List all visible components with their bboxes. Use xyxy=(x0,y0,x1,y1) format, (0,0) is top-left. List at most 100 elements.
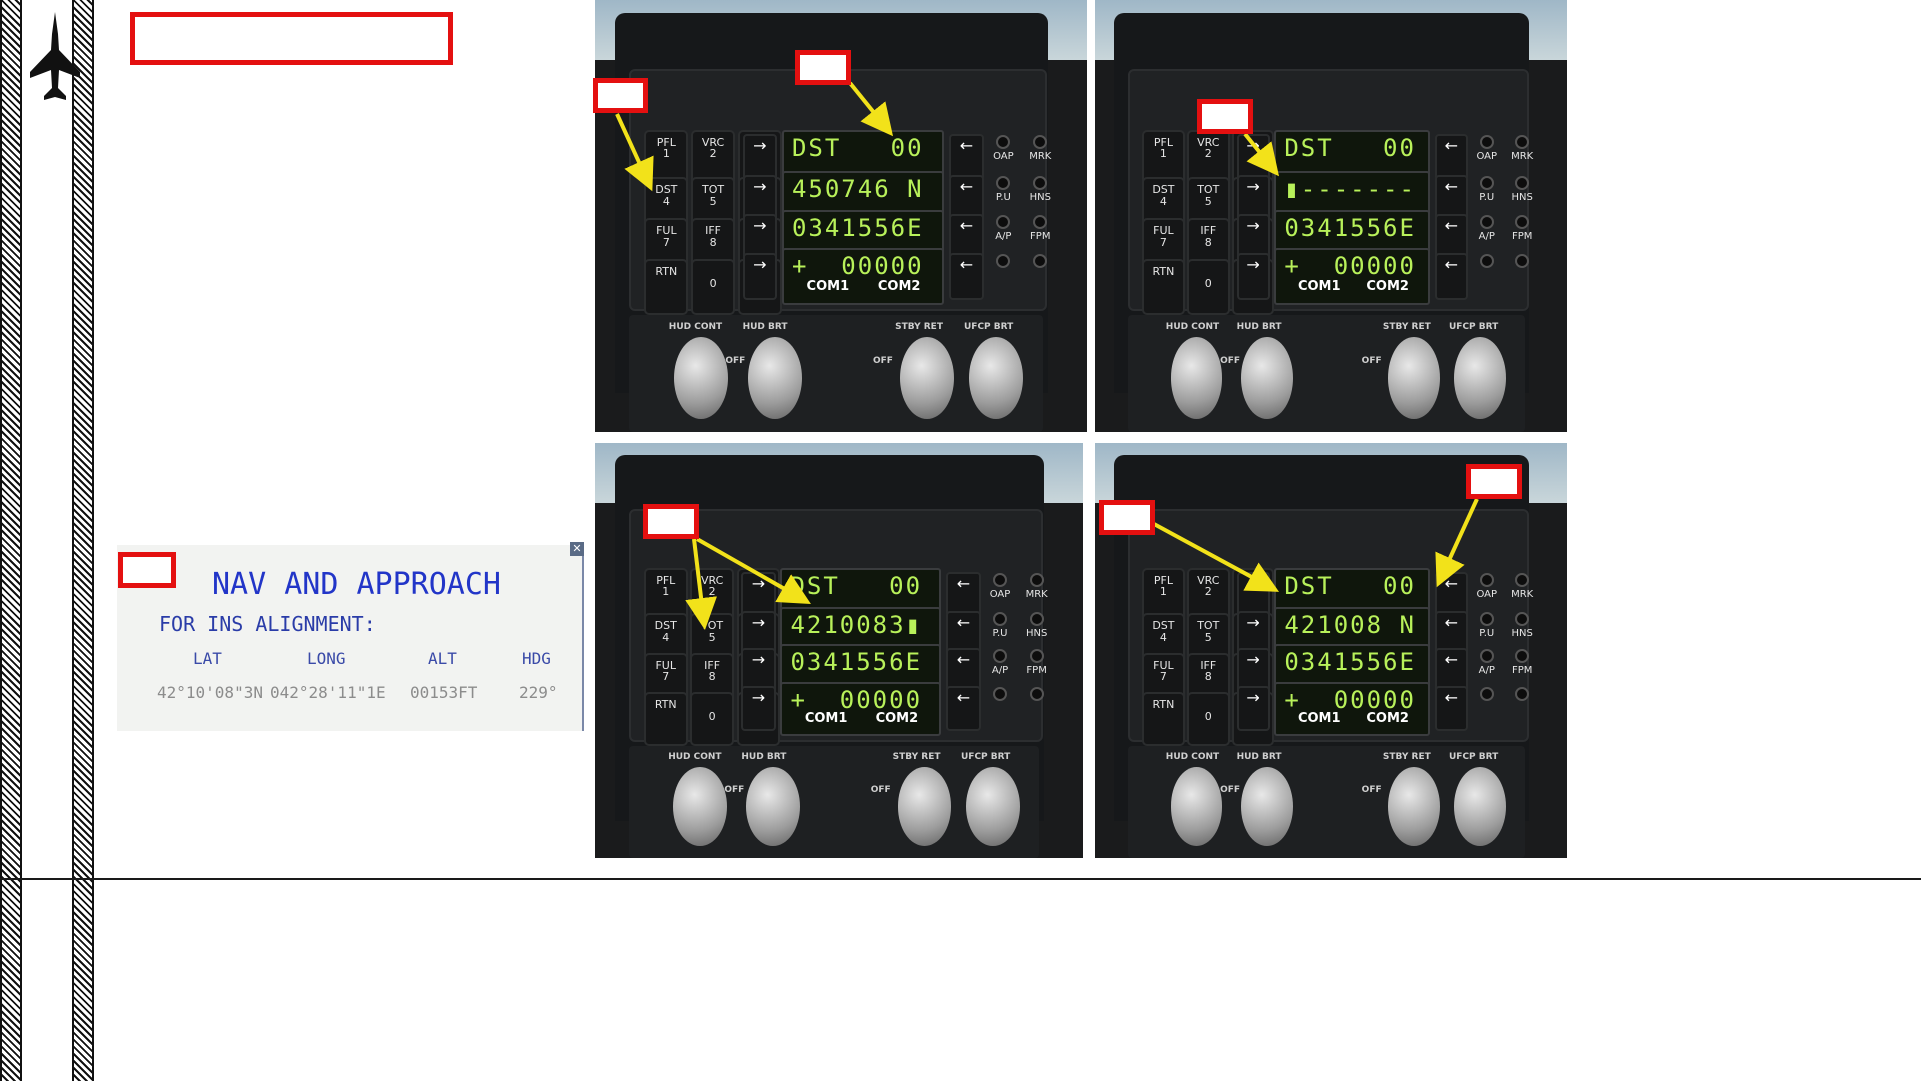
knob-label: HUD BRT xyxy=(741,752,787,763)
keypad-number: 8 xyxy=(1204,670,1212,684)
enter-arrow-button[interactable]: → xyxy=(1236,252,1270,301)
function-key[interactable] xyxy=(1473,251,1501,299)
left-hatch-rail xyxy=(0,0,22,1081)
rotary-knob[interactable] xyxy=(1453,336,1506,420)
function-key-dot xyxy=(1515,649,1530,664)
back-arrow-button[interactable]: ← xyxy=(1434,685,1468,732)
keypad-number: 1 xyxy=(662,147,670,161)
function-key-dot xyxy=(1479,134,1494,149)
nav-header-lat: LAT xyxy=(193,649,222,668)
rotary-knob[interactable] xyxy=(968,336,1024,420)
nav-value-hdg: 229° xyxy=(519,683,558,702)
function-key-label: HNS xyxy=(1511,191,1533,203)
function-key-dot xyxy=(1029,612,1044,626)
keypad-number: 2 xyxy=(708,585,716,599)
keypad-number: 5 xyxy=(709,194,717,208)
rotary-knob[interactable] xyxy=(1241,766,1294,846)
right-hatch-rail xyxy=(72,0,94,1081)
knob-label: UFCP BRT xyxy=(1449,321,1499,332)
rotary-knob[interactable] xyxy=(897,766,952,846)
bottom-divider xyxy=(0,878,1921,880)
title-callout-box xyxy=(130,12,453,65)
rotary-knob[interactable] xyxy=(1170,336,1223,420)
function-key-label: OAP xyxy=(1476,150,1498,162)
nav-card-callout-box xyxy=(118,552,176,588)
knob-label: HUD CONT xyxy=(668,752,722,763)
callout-box-5 xyxy=(1099,500,1155,535)
nav-value-long: 042°28'11"1E xyxy=(270,683,386,702)
knob-label: STBY RET xyxy=(892,752,941,763)
back-arrow-button[interactable]: ← xyxy=(946,685,981,732)
keypad-button[interactable]: RTN xyxy=(644,259,689,316)
function-key-dot xyxy=(1479,214,1494,229)
knob-label: HUD CONT xyxy=(1165,752,1220,763)
function-key[interactable] xyxy=(989,251,1019,299)
function-key[interactable] xyxy=(1473,684,1501,730)
enter-arrow-button[interactable]: → xyxy=(1236,685,1270,732)
close-icon[interactable]: ✕ xyxy=(570,542,584,556)
function-key-dot xyxy=(1515,214,1530,229)
function-key[interactable] xyxy=(1508,684,1536,730)
keypad-number: 0 xyxy=(708,709,716,723)
rotary-knob[interactable] xyxy=(1453,766,1506,846)
function-key-label: MRK xyxy=(1029,150,1052,162)
keypad-number: 7 xyxy=(1159,235,1167,249)
rotary-knob[interactable] xyxy=(900,336,955,420)
function-key-dot xyxy=(1515,572,1530,587)
function-key[interactable] xyxy=(1026,251,1056,299)
keypad-button[interactable]: 0 xyxy=(1187,692,1230,746)
function-key-dot xyxy=(1479,253,1494,268)
nav-header-hdg: HDG xyxy=(522,649,551,668)
rotary-knob[interactable] xyxy=(1241,336,1294,420)
rotary-knob[interactable] xyxy=(673,766,727,846)
off-label: OFF xyxy=(1220,785,1241,796)
keypad-button[interactable]: 0 xyxy=(690,692,735,746)
function-key-label: P.U xyxy=(1479,191,1495,203)
enter-arrow-button[interactable]: → xyxy=(741,685,776,732)
keypad-button[interactable]: 0 xyxy=(690,259,736,316)
function-key[interactable] xyxy=(1022,684,1051,730)
function-key-dot xyxy=(993,572,1008,587)
rotary-knob[interactable] xyxy=(673,336,728,420)
keypad-number: 0 xyxy=(1204,709,1212,723)
rotary-knob[interactable] xyxy=(746,766,800,846)
rotary-knob[interactable] xyxy=(747,336,802,420)
keypad-number: 2 xyxy=(1204,147,1212,161)
keypad-button[interactable]: RTN xyxy=(1142,259,1185,316)
function-key-dot xyxy=(993,649,1008,664)
keypad-number: 4 xyxy=(662,630,670,644)
keypad-number: 1 xyxy=(662,585,670,599)
back-arrow-button[interactable]: ← xyxy=(1434,252,1468,301)
rotary-knob[interactable] xyxy=(1387,336,1440,420)
keypad-number: 7 xyxy=(1159,670,1167,684)
callout-box-6 xyxy=(1466,464,1522,499)
function-key[interactable] xyxy=(985,684,1014,730)
function-key[interactable] xyxy=(1508,251,1536,299)
keypad-label: RTN xyxy=(654,698,677,711)
function-key-dot xyxy=(1033,175,1048,190)
knob-label: UFCP BRT xyxy=(964,321,1014,332)
function-key-dot xyxy=(1479,686,1494,701)
function-key-dot xyxy=(1515,253,1530,268)
function-key-label: FPM xyxy=(1026,665,1047,677)
back-arrow-button[interactable]: ← xyxy=(949,252,984,301)
lcd-row-4: + 00000 xyxy=(1274,248,1431,305)
ufcp-panel-top-right: PFL1VRC23DST4TOT5TOD6FUL7IFF89RTN0→DST 0… xyxy=(1095,0,1567,432)
function-key-dot xyxy=(1033,253,1048,268)
knob-label: HUD BRT xyxy=(742,321,788,332)
keypad-number: 2 xyxy=(1204,585,1212,599)
function-key-label: MRK xyxy=(1511,150,1534,162)
rotary-knob[interactable] xyxy=(1387,766,1440,846)
function-key-dot xyxy=(996,134,1011,149)
function-key-dot xyxy=(1515,686,1530,701)
keypad-button[interactable]: 0 xyxy=(1187,259,1230,316)
rotary-knob[interactable] xyxy=(965,766,1020,846)
enter-arrow-button[interactable]: → xyxy=(742,252,778,301)
keypad-number: 2 xyxy=(709,147,717,161)
keypad-button[interactable]: RTN xyxy=(1142,692,1185,746)
keypad-button[interactable]: RTN xyxy=(643,692,688,746)
function-key-dot xyxy=(1033,134,1048,149)
com-label: COM1 xyxy=(804,710,848,726)
nav-header-long: LONG xyxy=(307,649,346,668)
rotary-knob[interactable] xyxy=(1170,766,1223,846)
